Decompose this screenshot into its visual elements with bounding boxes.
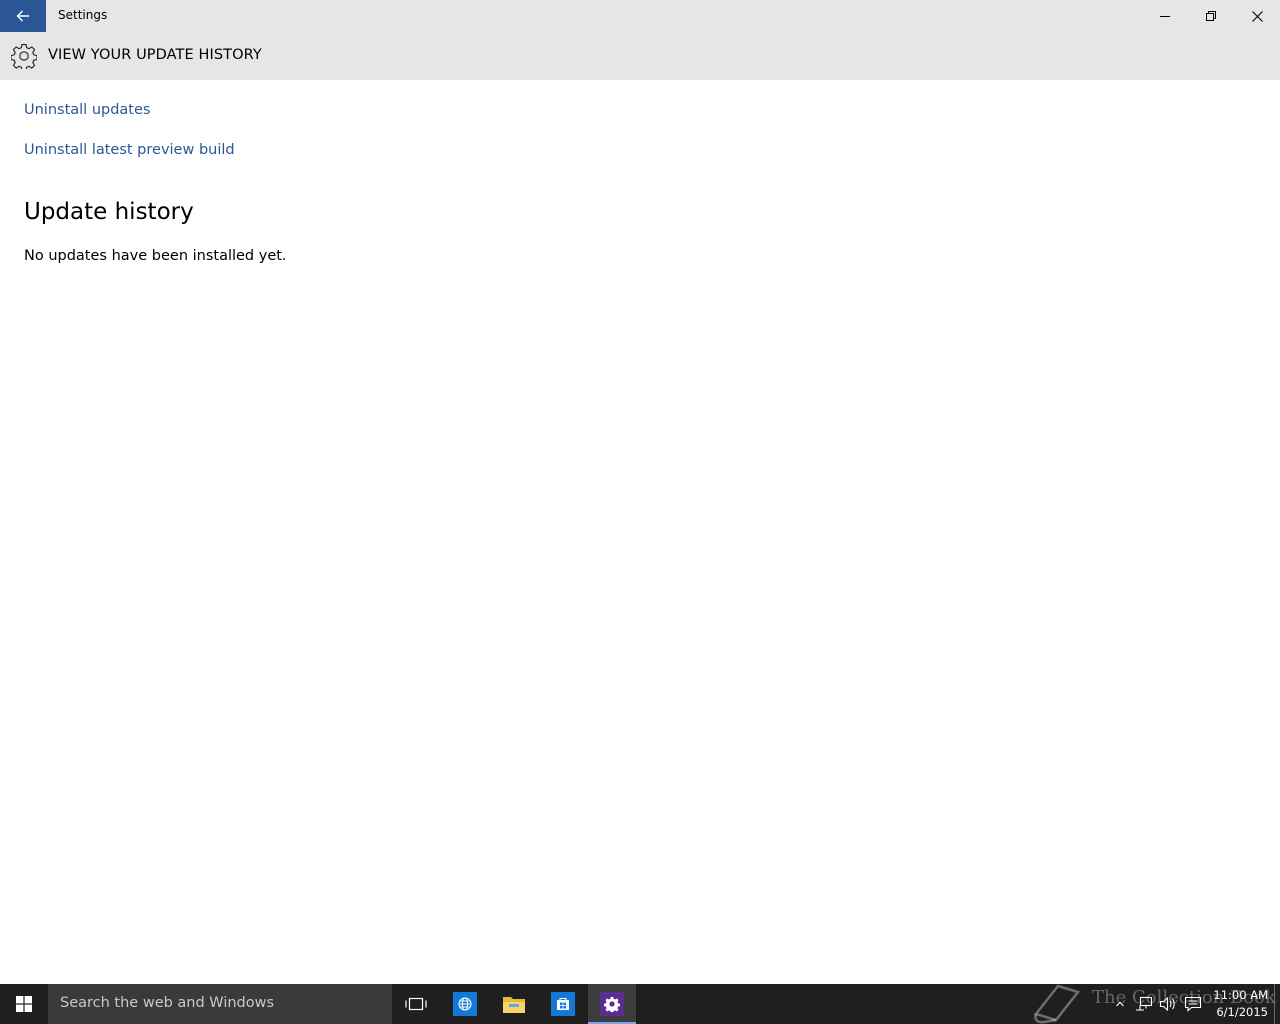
- chevron-up-icon: [1116, 1001, 1124, 1007]
- gear-icon: [11, 43, 37, 69]
- minimize-button[interactable]: [1142, 0, 1188, 32]
- show-desktop-button[interactable]: [1274, 984, 1280, 1024]
- windows-logo-icon: [16, 996, 32, 1012]
- network-icon: [1136, 996, 1153, 1011]
- close-button[interactable]: [1234, 0, 1280, 32]
- arrow-left-icon: [16, 10, 29, 22]
- store-icon: [557, 997, 569, 1010]
- clock[interactable]: 11:00 AM 6/1/2015: [1210, 987, 1268, 1021]
- uninstall-preview-build-link[interactable]: Uninstall latest preview build: [24, 142, 235, 158]
- action-center-icon: [1184, 996, 1202, 1012]
- file-explorer-icon: [503, 997, 525, 1013]
- task-view-button[interactable]: [392, 984, 440, 1024]
- browser-icon: [458, 997, 472, 1011]
- page-header: VIEW YOUR UPDATE HISTORY: [0, 32, 1280, 80]
- page-title: VIEW YOUR UPDATE HISTORY: [48, 47, 262, 63]
- store-taskbar-button[interactable]: [539, 984, 587, 1024]
- start-button[interactable]: [0, 984, 48, 1024]
- browser-taskbar-button[interactable]: [441, 984, 489, 1024]
- search-placeholder: Search the web and Windows: [60, 995, 275, 1011]
- file-explorer-taskbar-button[interactable]: [490, 984, 538, 1024]
- clock-date: 6/1/2015: [1216, 1005, 1268, 1019]
- back-button[interactable]: [0, 0, 46, 32]
- book-icon: [1033, 984, 1081, 1024]
- uninstall-updates-link[interactable]: Uninstall updates: [24, 102, 150, 118]
- restore-button[interactable]: [1188, 0, 1234, 32]
- taskbar: Search the web and Windows The Collectio…: [0, 984, 1280, 1024]
- title-bar: Settings: [0, 0, 1280, 32]
- restore-icon: [1206, 11, 1216, 21]
- minimize-icon: [1160, 16, 1170, 17]
- volume-tray-button[interactable]: [1158, 994, 1178, 1014]
- no-updates-message: No updates have been installed yet.: [24, 248, 287, 264]
- store-tile: [551, 992, 575, 1016]
- settings-tile: [600, 992, 624, 1016]
- settings-icon: [604, 996, 620, 1012]
- update-history-heading: Update history: [24, 199, 194, 225]
- settings-taskbar-button[interactable]: [588, 984, 636, 1024]
- search-box[interactable]: Search the web and Windows: [48, 984, 392, 1024]
- browser-tile: [453, 992, 477, 1016]
- volume-icon: [1159, 996, 1175, 1012]
- clock-time: 11:00 AM: [1213, 988, 1268, 1002]
- window-title: Settings: [58, 8, 108, 22]
- close-icon: [1251, 10, 1263, 22]
- show-hidden-icons-button[interactable]: [1110, 994, 1130, 1014]
- network-tray-button[interactable]: [1134, 994, 1154, 1014]
- action-center-button[interactable]: [1183, 994, 1203, 1014]
- task-view-icon: [405, 997, 427, 1011]
